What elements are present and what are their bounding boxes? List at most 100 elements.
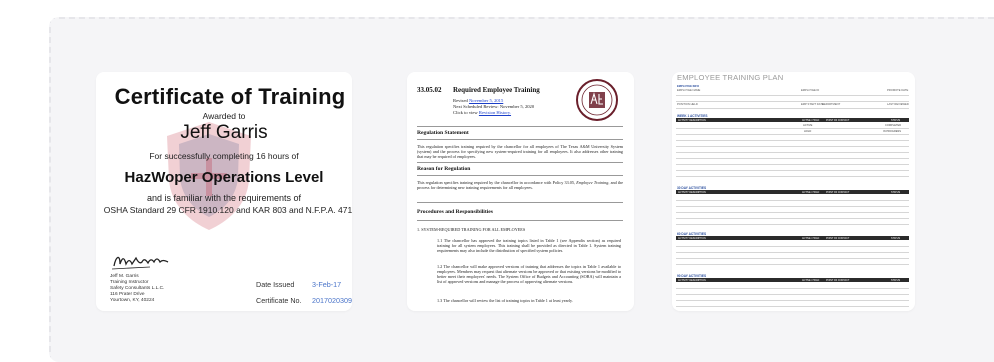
divider xyxy=(417,126,623,127)
col-status: STATUS xyxy=(891,190,901,194)
start-date-label: EMP START DATE xyxy=(801,103,824,106)
university-seal-icon xyxy=(576,79,618,121)
section-procedures: Procedures and Responsibilities xyxy=(417,209,493,215)
familiar-text: and is familiar with the requirements of xyxy=(146,193,302,203)
col-activity: ACTIVITY DESCRIPTION xyxy=(678,278,706,282)
cell-completed: COMPLETED xyxy=(885,124,902,127)
field-rule xyxy=(676,95,909,96)
table-row xyxy=(676,294,909,295)
col-status: STATUS xyxy=(891,236,901,240)
certificate-number-label: Certificate No. xyxy=(256,296,302,305)
table-row xyxy=(676,140,909,141)
plan-title: EMPLOYEE TRAINING PLAN xyxy=(677,73,784,82)
col-activity: ACTIVITY DESCRIPTION xyxy=(678,118,706,122)
col-activity: ACTIVITY DESCRIPTION xyxy=(678,190,706,194)
regulation-document-thumbnail[interactable]: 33.05.02 Required Employee Training Revi… xyxy=(407,72,634,311)
table-row xyxy=(676,146,909,147)
col-activity: ACTIVITY DESCRIPTION xyxy=(678,236,706,240)
recipient-name: Jeff Garris xyxy=(180,122,268,143)
certificate-title: Certificate of Training xyxy=(114,84,346,109)
standard-text: OSHA Standard 29 CFR 1910.120 and KAR 80… xyxy=(103,205,352,215)
field-rule xyxy=(676,101,909,102)
table-row xyxy=(676,170,909,171)
table-row xyxy=(676,128,909,129)
certificate-thumbnail[interactable]: Certificate of Training Awarded to Jeff … xyxy=(96,72,352,311)
table-row xyxy=(676,306,909,307)
next-review-line: Next Scheduled Review: November 5, 2020 xyxy=(453,104,535,109)
date-issued-label: Date Issued xyxy=(256,280,295,289)
revised-label: Revised xyxy=(453,98,469,103)
cell-hold: HOLD xyxy=(804,130,812,133)
table-row xyxy=(676,252,909,253)
table-row xyxy=(676,258,909,259)
cell-in-progress: IN PROGRESS xyxy=(883,130,902,133)
section-regulation-statement: Regulation Statement xyxy=(417,130,469,136)
table-header: ACTIVITY DESCRIPTION ACTIVE / HOLD POINT… xyxy=(676,118,909,122)
panel-top-border xyxy=(49,17,994,19)
col-active-hold: ACTIVE / HOLD xyxy=(802,278,820,282)
procedure-paragraph: 1.3 The chancellor will review the list … xyxy=(437,298,573,303)
divider xyxy=(417,220,623,221)
date-issued-value: 3-Feb-17 xyxy=(312,280,342,289)
completion-text: For successfully completing 16 hours of xyxy=(149,151,299,161)
divider xyxy=(417,162,623,163)
training-plan-thumbnail[interactable]: EMPLOYEE TRAINING PLAN EMPLOYEE INFO EMP… xyxy=(672,72,915,311)
employee-info-heading: EMPLOYEE INFO xyxy=(677,85,700,88)
course-name: HazWoper Operations Level xyxy=(124,169,324,186)
regulation-number: 33.05.02 xyxy=(417,86,442,94)
revised-line: Revised November 5, 2015 xyxy=(453,98,503,103)
col-contact: POINT OF CONTACT xyxy=(826,118,850,122)
table-row xyxy=(676,264,909,265)
reason-paragraph: This regulation specifies training requi… xyxy=(417,180,623,190)
col-active-hold: ACTIVE / HOLD xyxy=(802,236,820,240)
col-active-hold: ACTIVE / HOLD xyxy=(802,118,820,122)
revised-date-link[interactable]: November 5, 2015 xyxy=(469,98,503,103)
col-status: STATUS xyxy=(891,278,901,282)
table-row xyxy=(676,300,909,301)
table-row xyxy=(676,288,909,289)
certificate-number-value: 20170203090 xyxy=(312,296,352,305)
table-row xyxy=(676,134,909,135)
promote-date-label: PROMOTE DATE xyxy=(887,89,909,92)
procedure-paragraph: 1.2 The chancellor will make approved ve… xyxy=(437,264,621,284)
table-row xyxy=(676,176,909,177)
divider xyxy=(417,139,623,140)
table-row xyxy=(676,200,909,201)
position-held-label: POSITION HELD xyxy=(677,103,698,106)
table-row xyxy=(676,164,909,165)
cell-active: ACTIVE xyxy=(803,124,813,127)
procedure-paragraph: 1.1 The chancellor has approved the trai… xyxy=(437,238,621,253)
instructor-block: Jeff M. Garris Training Instructor Safet… xyxy=(110,274,164,304)
awarded-label: Awarded to xyxy=(202,111,246,121)
last-reviewed-label: LAST REVIEWED xyxy=(887,103,909,106)
panel-left-border xyxy=(49,17,51,362)
instructor-line: Yourtown, KY, 40224 xyxy=(110,298,155,303)
department-label: DEPARTMENT xyxy=(822,103,841,106)
click-label: Click to view xyxy=(453,110,479,115)
col-contact: POINT OF CONTACT xyxy=(826,236,850,240)
signature-image xyxy=(111,256,169,270)
employee-id-label: EMPLOYEE ID xyxy=(801,89,820,92)
col-contact: POINT OF CONTACT xyxy=(826,278,850,282)
regulation-title: Required Employee Training xyxy=(453,86,540,94)
table-row xyxy=(676,218,909,219)
table-row xyxy=(676,152,909,153)
divider xyxy=(417,175,623,176)
revision-history-link[interactable]: Revision History. xyxy=(479,110,511,115)
col-active-hold: ACTIVE / HOLD xyxy=(802,190,820,194)
table-header: ACTIVITY DESCRIPTION ACTIVE / HOLD POINT… xyxy=(676,236,909,240)
table-row xyxy=(676,158,909,159)
revision-history-line: Click to view Revision History. xyxy=(453,110,511,115)
divider xyxy=(417,202,623,203)
col-contact: POINT OF CONTACT xyxy=(826,190,850,194)
employee-name-label: EMPLOYEE NAME xyxy=(677,89,701,92)
table-header: ACTIVITY DESCRIPTION ACTIVE / HOLD POINT… xyxy=(676,278,909,282)
statement-paragraph: This regulation specifies training requi… xyxy=(417,144,623,159)
table-row xyxy=(676,212,909,213)
table-header: ACTIVITY DESCRIPTION ACTIVE / HOLD POINT… xyxy=(676,190,909,194)
col-status: STATUS xyxy=(891,118,901,122)
table-row xyxy=(676,206,909,207)
field-rule xyxy=(676,108,909,109)
table-row xyxy=(676,224,909,225)
section-reason: Reason for Regulation xyxy=(417,166,471,172)
